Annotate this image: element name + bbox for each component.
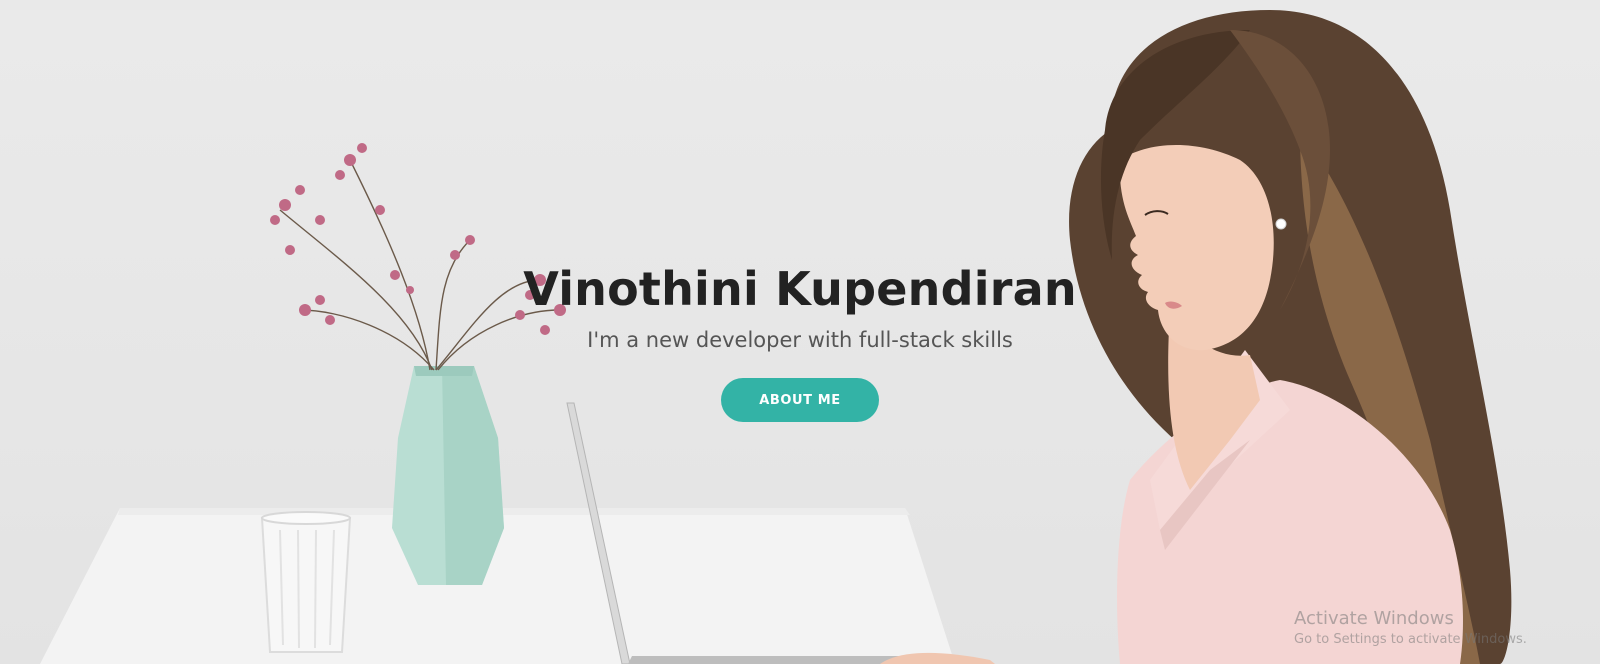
activate-windows-watermark: Activate Windows Go to Settings to activ… <box>1294 608 1527 647</box>
hero-content: Vinothini Kupendiran I'm a new developer… <box>0 262 1600 422</box>
about-me-button[interactable]: ABOUT ME <box>721 378 879 422</box>
hero-section: Vinothini Kupendiran I'm a new developer… <box>0 10 1600 664</box>
hero-subtitle: I'm a new developer with full-stack skil… <box>587 328 1013 352</box>
watermark-subtitle: Go to Settings to activate Windows. <box>1294 632 1527 647</box>
hero-title: Vinothini Kupendiran <box>523 262 1077 316</box>
top-strip <box>0 0 1600 10</box>
watermark-title: Activate Windows <box>1294 608 1454 629</box>
glass-image <box>260 511 352 653</box>
